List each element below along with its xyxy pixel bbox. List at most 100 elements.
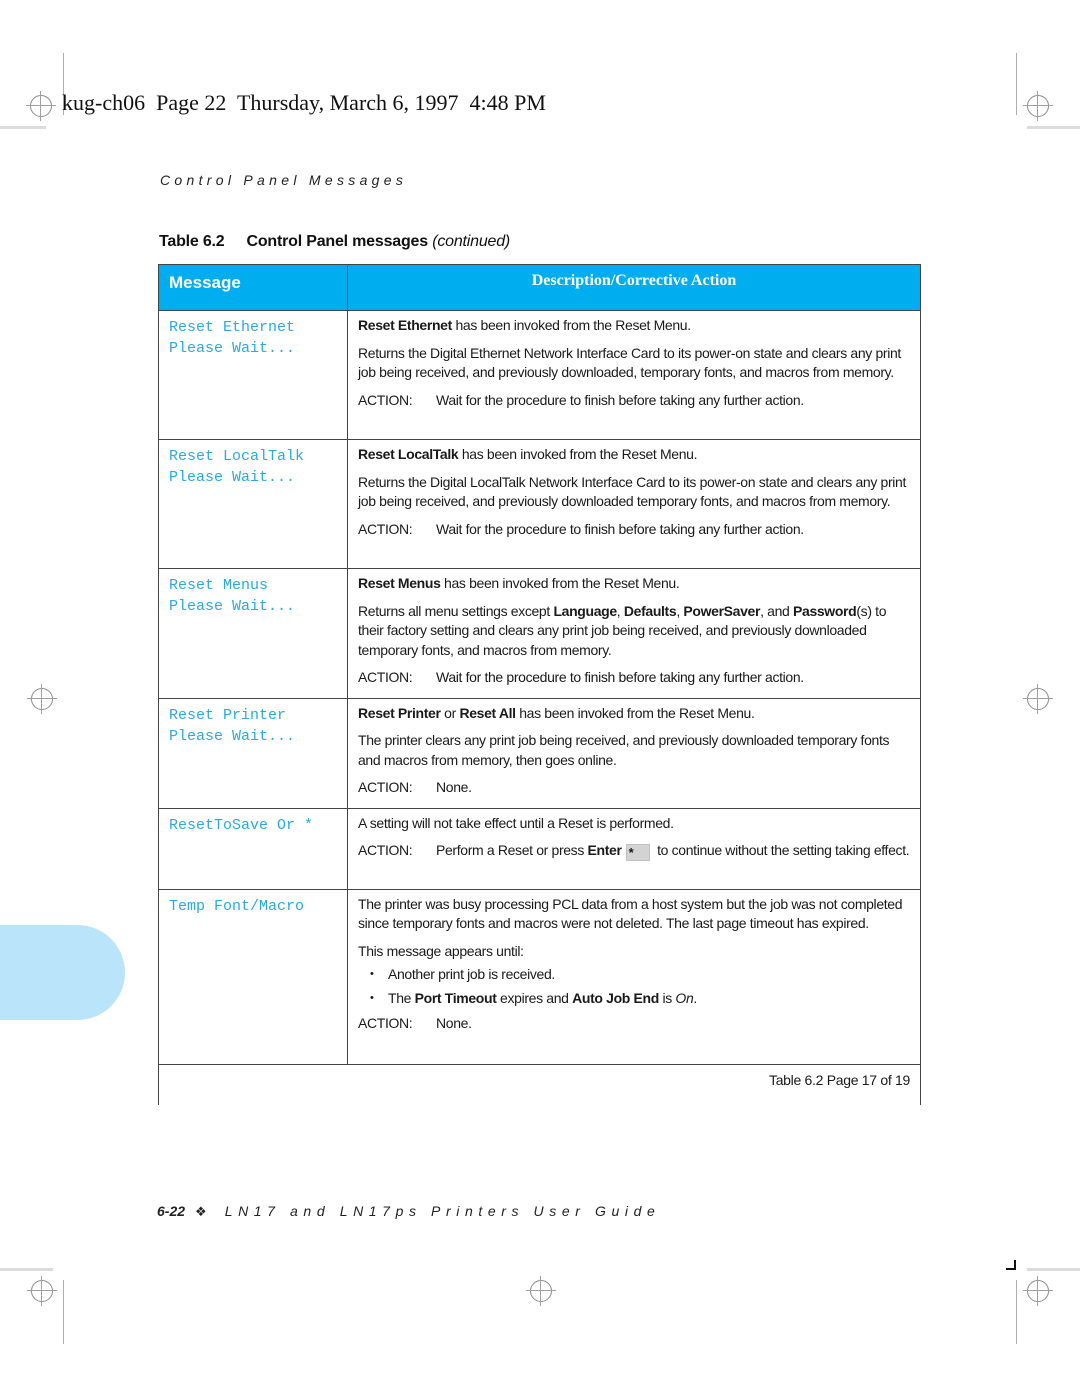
- message-line: ResetToSave Or *: [169, 816, 314, 834]
- page-number: 6-22: [157, 1203, 186, 1219]
- description-until: This message appears until:: [358, 942, 524, 959]
- message-cell: Reset Menus Please Wait...: [158, 568, 348, 699]
- description-intro: The printer was busy processing PCL data…: [358, 895, 903, 932]
- message-line: Please Wait...: [169, 469, 296, 486]
- guide-title: LN17 and LN17ps Printers User Guide: [224, 1203, 661, 1219]
- registration-mark-icon: [27, 1276, 57, 1306]
- crop-mark-top-left-horizontal: [0, 126, 46, 129]
- action-text: None.: [436, 1015, 472, 1031]
- corner-crop-mark-icon: [1006, 1260, 1016, 1270]
- detail-text: , and: [760, 602, 794, 619]
- action-label: ACTION:: [358, 1015, 413, 1031]
- action-line: ACTION: Wait for the procedure to finish …: [358, 520, 910, 540]
- action-label: ACTION:: [358, 842, 413, 858]
- setting-name: Reset LocalTalk: [358, 446, 459, 462]
- registration-mark-icon: [526, 1276, 556, 1306]
- header-message: Message: [158, 264, 348, 311]
- page-footer: 6-22 ❖ LN17 and LN17ps Printers User Guide: [157, 1203, 660, 1220]
- message-cell: Reset LocalTalk Please Wait...: [158, 439, 348, 569]
- action-text-part: to continue without the setting taking e…: [653, 842, 910, 858]
- setting-name: Reset Printer: [358, 704, 441, 721]
- action-text: None.: [436, 779, 472, 795]
- registration-mark-icon: [26, 91, 56, 121]
- setting-value: On: [675, 989, 694, 1006]
- message-cell: ResetToSave Or *: [158, 807, 348, 890]
- crop-mark-bottom-right-horizontal: [1027, 1268, 1080, 1271]
- action-line: ACTION: None.: [358, 778, 910, 798]
- message-line: Please Wait...: [169, 598, 296, 615]
- table-page-indicator: Table 6.2 Page 17 of 19: [158, 1063, 921, 1105]
- action-text: Perform a Reset or press Enter * to conti…: [436, 841, 910, 861]
- condition-text: is: [658, 989, 676, 1006]
- table-title: Control Panel messages: [246, 233, 429, 250]
- setting-name: Port Timeout: [414, 989, 497, 1006]
- condition-item: The Port Timeout expires and Auto Job En…: [370, 989, 910, 1009]
- condition-item: Another print job is received.: [370, 965, 910, 985]
- enter-key-icon: *: [625, 844, 650, 861]
- setting-name: Reset Ethernet: [358, 317, 452, 333]
- message-line: Reset Menus: [169, 577, 269, 594]
- crop-mark-bottom-right-vertical: [1016, 1280, 1017, 1344]
- setting-name: Password: [793, 602, 857, 619]
- setting-name: Auto Job End: [572, 989, 659, 1006]
- enter-key-name: Enter: [587, 842, 622, 858]
- setting-name: Defaults: [623, 602, 677, 619]
- condition-text: .: [693, 989, 697, 1006]
- setting-name: Reset All: [459, 704, 516, 721]
- description-cell: Reset Printer or Reset All has been invo…: [347, 697, 921, 809]
- action-label: ACTION:: [358, 669, 413, 685]
- crop-mark-bottom-left-vertical: [63, 1280, 64, 1344]
- registration-mark-icon: [1023, 1276, 1053, 1306]
- action-text: Wait for the procedure to finish before …: [436, 391, 804, 408]
- registration-mark-icon: [1023, 91, 1053, 121]
- action-line: ACTION: Perform a Reset or press Enter * t…: [358, 841, 910, 861]
- detail-text: ,: [616, 602, 624, 619]
- crop-mark-top-right-vertical: [1016, 53, 1017, 115]
- action-label: ACTION:: [358, 520, 413, 537]
- action-line: ACTION: Wait for the procedure to finish …: [358, 668, 910, 688]
- setting-name: Reset Menus: [358, 575, 441, 591]
- setting-name: Language: [553, 602, 617, 619]
- description-cell: Reset Menus has been invoked from the Re…: [347, 568, 921, 699]
- table-footer-row: Table 6.2 Page 17 of 19: [158, 1063, 921, 1105]
- intro-text: has been invoked from the Reset Menu.: [451, 317, 691, 333]
- diamond-separator-icon: ❖: [195, 1204, 207, 1219]
- action-label: ACTION:: [358, 779, 413, 795]
- table-number: Table 6.2: [159, 233, 225, 250]
- table-header-row: Message Description/Corrective Action: [158, 264, 921, 311]
- description-detail: Returns the Digital Ethernet Network Int…: [358, 344, 901, 381]
- action-line: ACTION: Wait for the procedure to finish …: [358, 391, 910, 411]
- table-row: Reset LocalTalk Please Wait... Reset Loc…: [158, 439, 921, 569]
- action-text: Wait for the procedure to finish before …: [436, 669, 804, 685]
- running-head: Control Panel Messages: [160, 172, 408, 188]
- message-cell: Reset Ethernet Please Wait...: [158, 310, 348, 440]
- chapter-thumb-tab: [0, 925, 125, 1020]
- action-text-part: Perform a Reset or press: [436, 842, 588, 858]
- message-cell: Temp Font/Macro: [158, 888, 348, 1065]
- registration-mark-icon: [1023, 684, 1053, 714]
- table-row: Reset Menus Please Wait... Reset Menus h…: [158, 568, 921, 699]
- table-caption: Table 6.2 Control Panel messages (continu…: [159, 233, 510, 251]
- print-slug: kug-ch06 Page 22 Thursday, March 6, 1997…: [62, 90, 546, 115]
- action-label: ACTION:: [358, 391, 413, 408]
- message-line: Reset Ethernet: [169, 319, 296, 336]
- table-continued: (continued): [432, 233, 511, 250]
- intro-text: has been invoked from the Reset Menu.: [458, 446, 698, 462]
- description-cell: A setting will not take effect until a R…: [347, 807, 921, 890]
- condition-list: Another print job is received. The Port …: [358, 965, 910, 1008]
- description-intro: A setting will not take effect until a R…: [358, 814, 674, 831]
- messages-table: Message Description/Corrective Action Re…: [158, 264, 921, 1105]
- table-row: Temp Font/Macro The printer was busy pro…: [158, 888, 921, 1065]
- intro-text: has been invoked from the Reset Menu.: [515, 704, 755, 721]
- message-line: Please Wait...: [169, 340, 296, 357]
- description-cell: Reset Ethernet has been invoked from the…: [347, 310, 921, 440]
- description-detail: Returns the Digital LocalTalk Network In…: [358, 473, 907, 510]
- table-row: Reset Ethernet Please Wait... Reset Ethe…: [158, 310, 921, 440]
- description-detail: The printer clears any print job being r…: [358, 732, 890, 768]
- description-intro: Reset LocalTalk has been invoked from th…: [358, 445, 910, 465]
- description-intro: Reset Menus has been invoked from the Re…: [358, 574, 910, 594]
- description-detail: Returns all menu settings except Languag…: [358, 602, 910, 661]
- message-cell: Reset Printer Please Wait...: [158, 697, 348, 809]
- description-intro: Reset Ethernet has been invoked from the…: [358, 316, 910, 336]
- description-cell: The printer was busy processing PCL data…: [347, 888, 921, 1065]
